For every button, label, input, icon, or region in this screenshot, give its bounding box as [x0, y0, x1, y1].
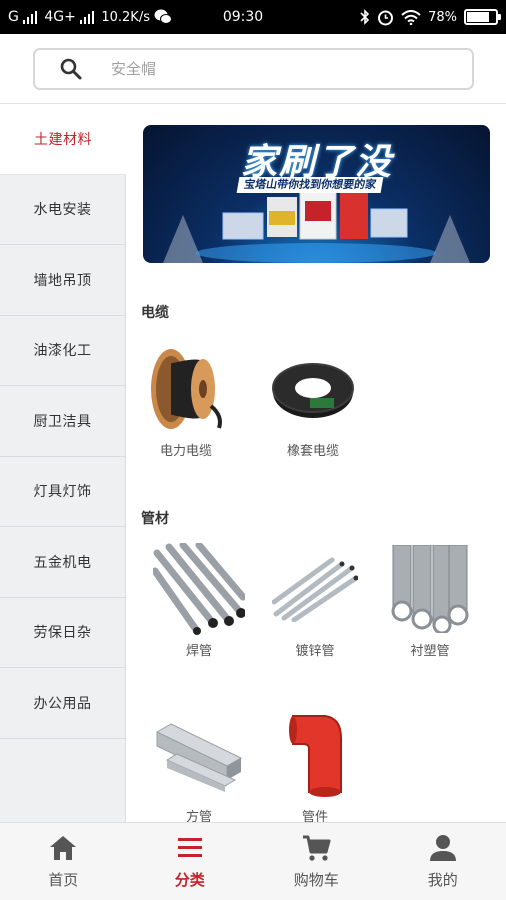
sidebar-item-plumbing-electrical[interactable]: 水电安装 — [0, 175, 125, 245]
sidebar-item-label: 厨卫洁具 — [33, 413, 92, 430]
cart-icon — [303, 835, 331, 861]
lined-pipe-icon — [380, 544, 480, 634]
sidebar-item-labor-supplies[interactable]: 劳保日杂 — [0, 598, 125, 668]
search-header — [0, 34, 506, 104]
product-galvanized-pipe[interactable]: 镀锌管 — [260, 544, 370, 659]
sidebar-item-kitchen-bath[interactable]: 厨卫洁具 — [0, 386, 125, 457]
product-label: 管件 — [301, 810, 328, 822]
sidebar-item-label: 土建材料 — [34, 131, 92, 148]
bottom-nav: 首页 分类 购物车 我的 — [0, 822, 506, 900]
sidebar-item-office-supplies[interactable]: 办公用品 — [0, 668, 125, 739]
sidebar-item-hardware[interactable]: 五金机电 — [0, 527, 125, 598]
category-sidebar: 土建材料 水电安装 墙地吊顶 油漆化工 厨卫洁具 灯具灯饰 五金机电 劳保日杂 … — [0, 104, 126, 822]
search-icon[interactable] — [59, 57, 83, 81]
product-rubber-cable[interactable]: 橡套电缆 — [258, 344, 368, 459]
sidebar-item-label: 水电安装 — [33, 202, 92, 219]
product-square-tube[interactable]: 方管 — [144, 710, 254, 822]
category-icon — [177, 838, 202, 857]
category-content: 家刷了没 宝塔山带你找到你想要的家 电缆 电力电缆 橡套电缆 管材 焊管 镀锌管… — [127, 104, 506, 822]
product-label: 焊管 — [185, 644, 212, 659]
status-left: G 4G+ 10.2K/s — [8, 9, 198, 25]
alarm-icon — [378, 10, 394, 25]
status-time: 09:30 — [222, 9, 264, 25]
sidebar-item-label: 墙地吊顶 — [33, 272, 92, 289]
sidebar-item-civil-materials[interactable]: 土建材料 — [0, 104, 126, 175]
sidebar-item-wall-floor-ceiling[interactable]: 墙地吊顶 — [0, 245, 125, 316]
nav-profile[interactable]: 我的 — [380, 823, 506, 900]
product-lined-pipe[interactable]: 衬塑管 — [375, 544, 485, 659]
battery-percent: 78% — [428, 9, 457, 25]
wechat-icon — [154, 9, 172, 24]
sidebar-item-label: 五金机电 — [33, 554, 92, 571]
product-label: 镀锌管 — [295, 644, 335, 659]
search-bar[interactable] — [33, 48, 474, 90]
status-right: 78% — [308, 9, 501, 26]
nav-home[interactable]: 首页 — [0, 823, 127, 900]
section-title-cables: 电缆 — [141, 305, 169, 321]
wifi-icon — [401, 9, 421, 25]
home-icon — [50, 836, 77, 860]
network-type: 4G+ — [44, 9, 76, 25]
signal-icon — [22, 10, 38, 24]
cable-reel-icon — [136, 344, 236, 434]
cable-coil-icon — [263, 344, 363, 434]
product-pipe-fitting[interactable]: 管件 — [260, 710, 370, 822]
search-input[interactable] — [111, 60, 411, 78]
promo-banner[interactable]: 家刷了没 宝塔山带你找到你想要的家 — [143, 125, 490, 263]
product-label: 方管 — [185, 810, 212, 822]
banner-subtitle: 宝塔山带你找到你想要的家 — [236, 177, 384, 193]
nav-category[interactable]: 分类 — [127, 823, 254, 900]
pipe-fitting-icon — [265, 710, 365, 800]
sidebar-item-label: 灯具灯饰 — [33, 484, 92, 501]
category-screen: G 4G+ 10.2K/s 09:30 78% 土建材料 水电安装 墙地吊顶 油… — [0, 0, 506, 900]
battery-icon — [464, 9, 501, 25]
nav-label: 首页 — [48, 871, 79, 889]
signal-icon-2 — [79, 10, 95, 24]
bluetooth-icon — [360, 9, 370, 25]
sidebar-item-paint-chemicals[interactable]: 油漆化工 — [0, 316, 125, 386]
carrier-g: G — [8, 9, 19, 25]
nav-label: 我的 — [427, 871, 458, 889]
network-speed: 10.2K/s — [101, 9, 150, 25]
product-power-cable[interactable]: 电力电缆 — [131, 344, 241, 459]
sidebar-item-lighting[interactable]: 灯具灯饰 — [0, 457, 125, 527]
product-label: 衬塑管 — [410, 644, 450, 659]
square-tube-icon — [149, 710, 249, 800]
product-welded-pipe[interactable]: 焊管 — [144, 543, 254, 659]
sidebar-item-label: 办公用品 — [33, 695, 92, 712]
nav-label: 购物车 — [293, 871, 339, 889]
status-bar: G 4G+ 10.2K/s 09:30 78% — [0, 0, 506, 34]
nav-cart[interactable]: 购物车 — [253, 823, 380, 900]
user-icon — [429, 835, 456, 861]
sidebar-item-label: 劳保日杂 — [33, 625, 92, 642]
product-label: 橡套电缆 — [286, 444, 339, 459]
nav-label: 分类 — [174, 871, 205, 889]
galvanized-pipe-icon — [265, 544, 365, 634]
sidebar-item-label: 油漆化工 — [33, 343, 92, 360]
product-label: 电力电缆 — [159, 444, 212, 459]
welded-pipe-icon — [149, 543, 249, 635]
section-title-pipes: 管材 — [141, 511, 169, 527]
